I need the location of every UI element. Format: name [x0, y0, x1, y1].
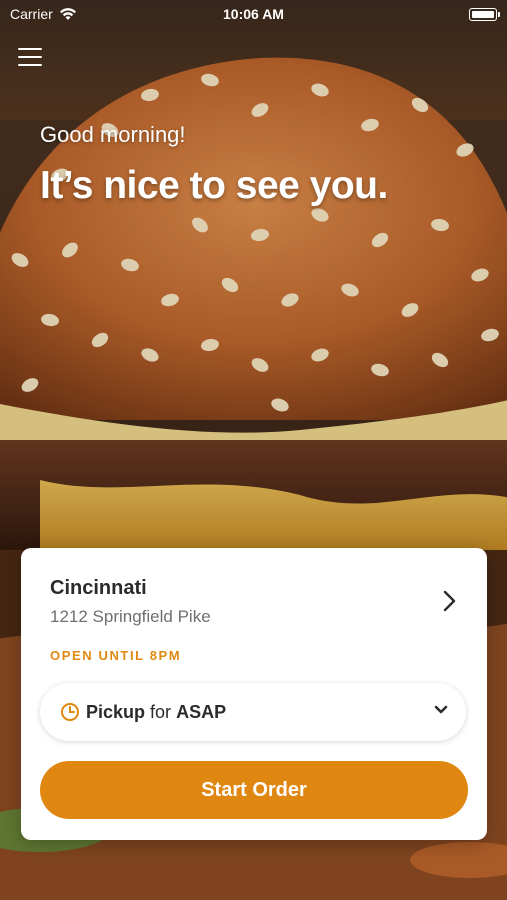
- carrier-label: Carrier: [10, 6, 53, 22]
- hamburger-menu-icon[interactable]: [18, 46, 42, 68]
- wifi-icon: [59, 8, 76, 20]
- order-method: Pickup: [86, 701, 146, 722]
- store-name: Cincinnati: [50, 577, 147, 599]
- menu-bar-line: [18, 48, 42, 50]
- menu-bar-line: [18, 64, 42, 66]
- battery-icon: [469, 7, 500, 21]
- chevron-down-icon: [434, 705, 448, 714]
- order-mode-connector: for: [150, 701, 172, 722]
- store-hours-badge: OPEN UNTIL 8PM: [50, 648, 182, 663]
- greeting-text: Good morning!: [40, 122, 186, 147]
- store-details-link[interactable]: Cincinnati 1212 Springfield Pike: [21, 548, 487, 638]
- start-order-button[interactable]: Start Order: [40, 761, 468, 819]
- clock-icon: [61, 703, 79, 721]
- store-address: 1212 Springfield Pike: [50, 607, 211, 626]
- menu-bar-line: [18, 56, 42, 58]
- status-left: Carrier: [10, 6, 77, 22]
- order-mode-select[interactable]: Pickup for ASAP: [40, 683, 466, 741]
- page-title: It’s nice to see you.: [40, 164, 388, 207]
- order-time: ASAP: [176, 701, 227, 722]
- status-bar: Carrier 10:06 AM: [0, 0, 507, 28]
- chevron-right-icon: [443, 590, 456, 612]
- store-card: Cincinnati 1212 Springfield Pike OPEN UN…: [21, 548, 487, 840]
- order-mode-text: Pickup for ASAP: [86, 702, 226, 723]
